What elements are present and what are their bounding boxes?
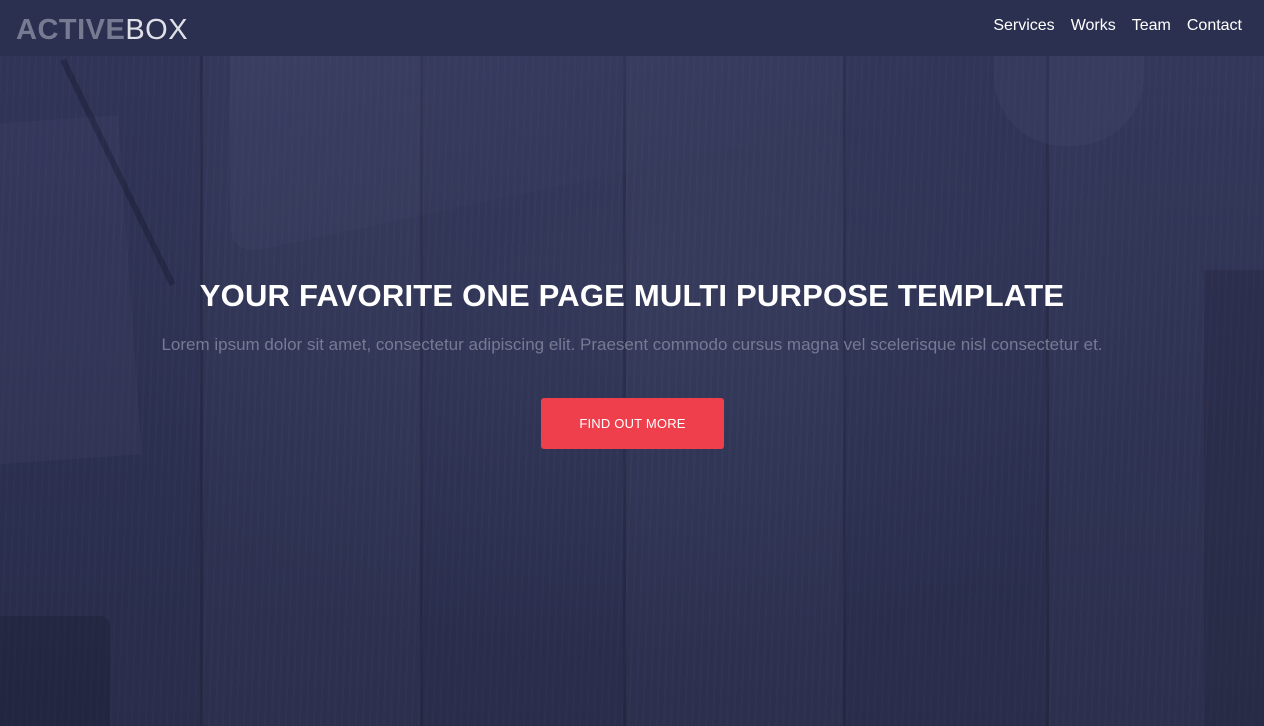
nav-link-contact[interactable]: Contact: [1187, 17, 1242, 34]
nav-item-services: Services: [993, 17, 1054, 35]
nav-item-contact: Contact: [1187, 17, 1242, 35]
nav-item-team: Team: [1132, 17, 1171, 35]
top-navbar: ACTIVE BOX Services Works Team Contact: [0, 0, 1264, 56]
brand-logo[interactable]: ACTIVE BOX: [16, 14, 189, 46]
find-out-more-button[interactable]: FIND OUT MORE: [541, 398, 724, 449]
hero-subtitle: Lorem ipsum dolor sit amet, consectetur …: [161, 335, 1103, 354]
nav-link-team[interactable]: Team: [1132, 17, 1171, 34]
page: ACTIVE BOX Services Works Team Contact Y…: [0, 0, 1264, 726]
brand-logo-bold: ACTIVE: [16, 14, 126, 46]
nav-item-works: Works: [1071, 17, 1116, 35]
hero-title: YOUR FAVORITE ONE PAGE MULTI PURPOSE TEM…: [199, 278, 1065, 313]
brand-logo-light: BOX: [125, 14, 189, 46]
nav-link-services[interactable]: Services: [993, 17, 1054, 34]
nav-link-works[interactable]: Works: [1071, 17, 1116, 34]
main-nav: Services Works Team Contact: [993, 17, 1242, 35]
hero-section: YOUR FAVORITE ONE PAGE MULTI PURPOSE TEM…: [0, 0, 1264, 726]
